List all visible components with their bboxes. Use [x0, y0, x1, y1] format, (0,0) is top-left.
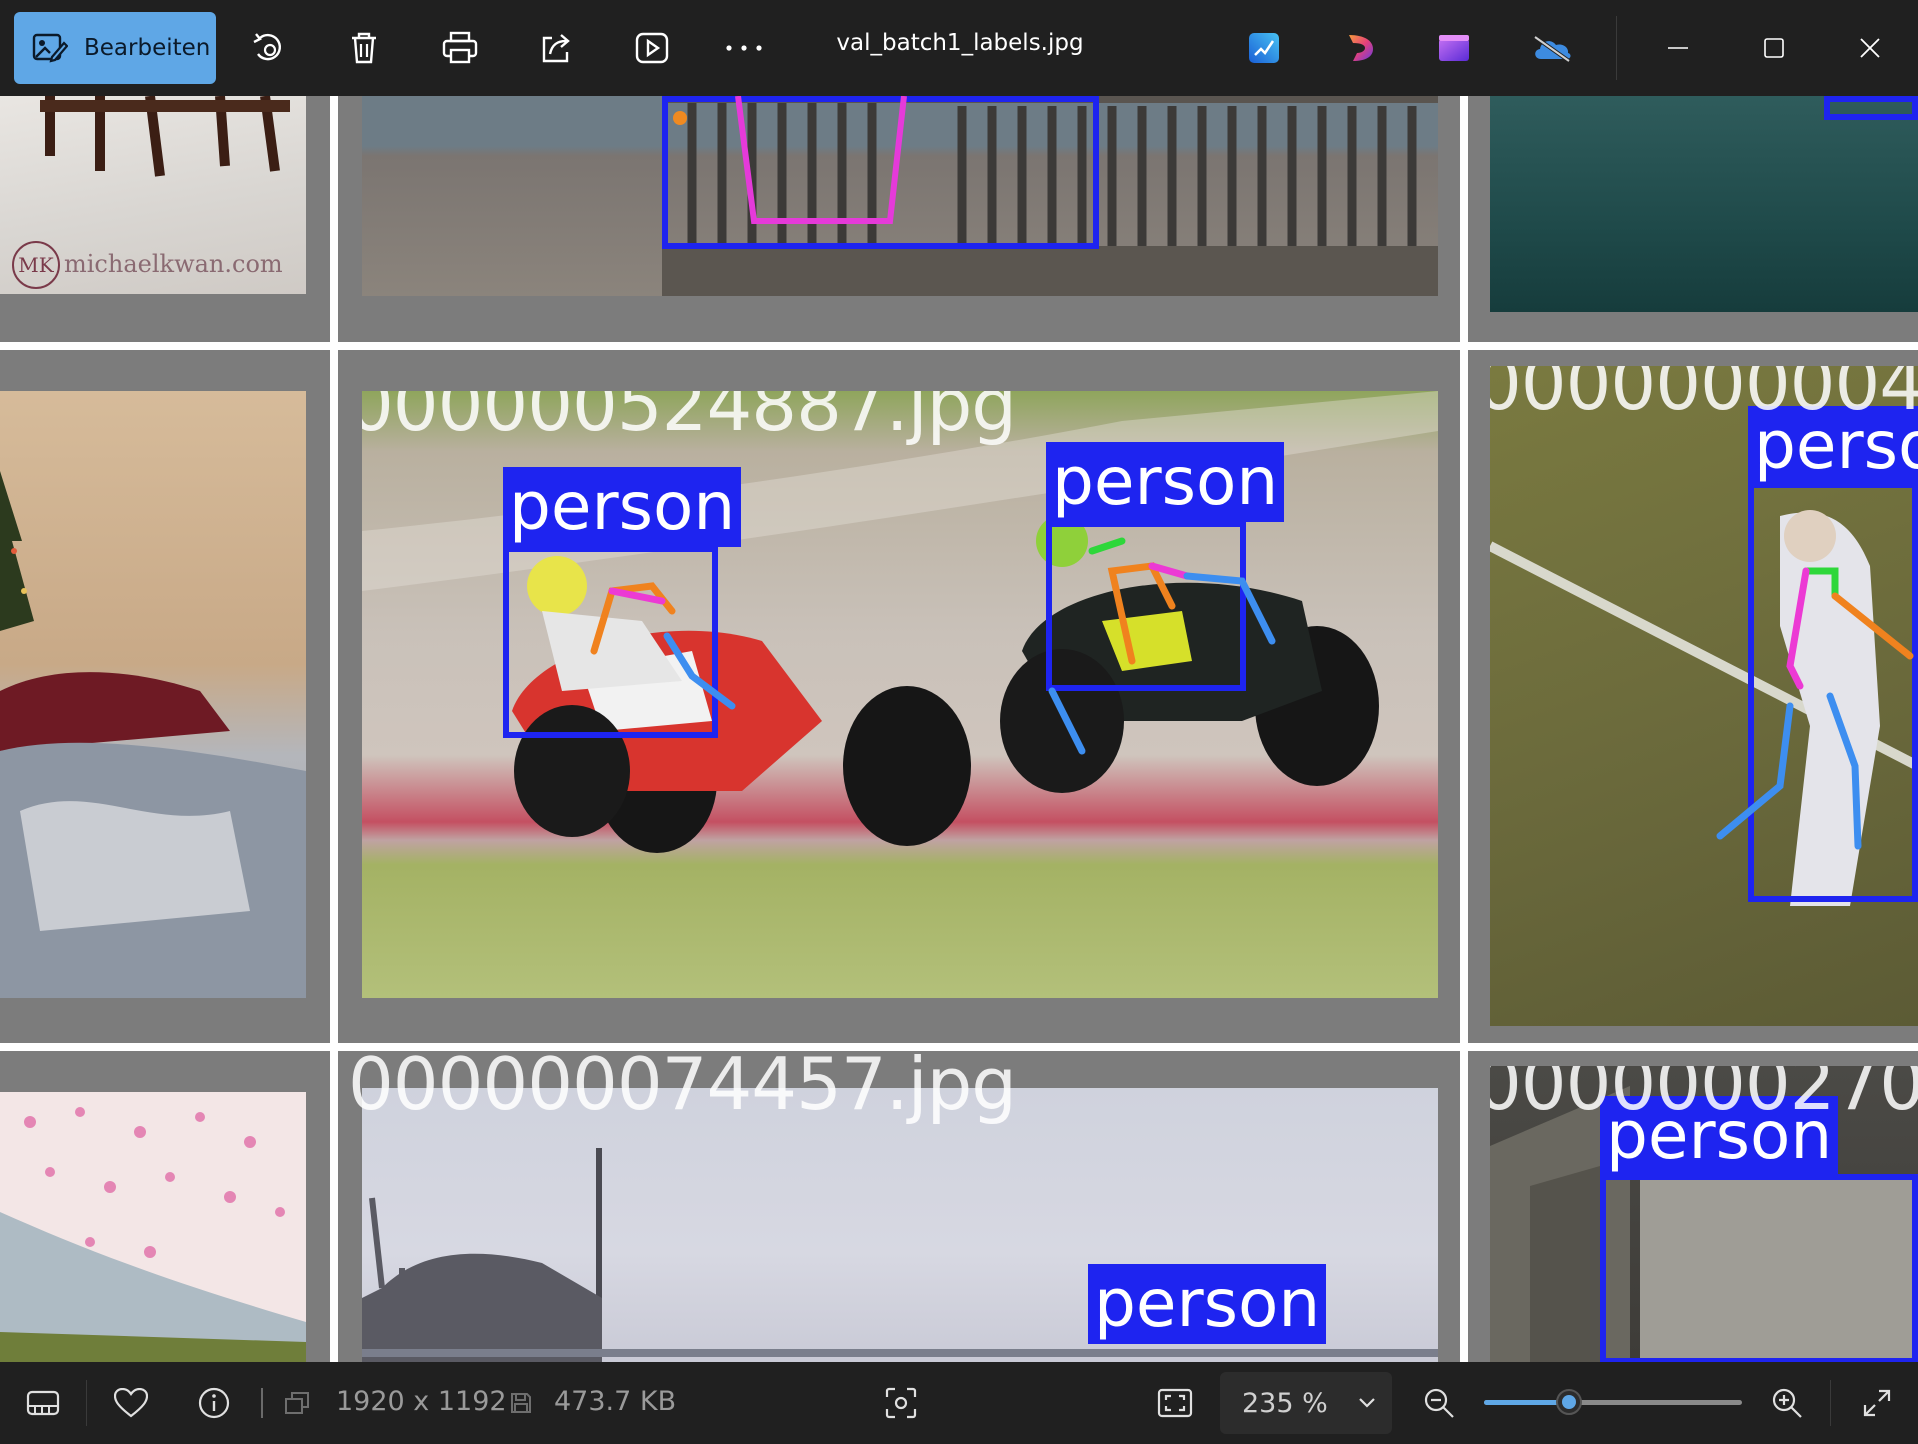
tile-top-left-photo: MK michaelkwan.com [0, 96, 306, 294]
tile-filename-middle-bottom: 000000074457.jpg [348, 1042, 1017, 1126]
zoom-slider[interactable] [1484, 1389, 1742, 1415]
pose-skeleton-pier [673, 96, 907, 224]
tile-filename-right-middle: 00000000043 [1490, 366, 1918, 426]
fit-to-window-icon[interactable] [1154, 1382, 1196, 1424]
status-bar: 1920 x 1192 473.7 KB 235 % [0, 1362, 1918, 1444]
share-icon[interactable] [532, 24, 580, 72]
umbrella-illustration [0, 1107, 306, 1362]
clipchamp-video-icon[interactable] [1430, 24, 1478, 72]
delete-icon[interactable] [340, 24, 388, 72]
slideshow-icon[interactable] [628, 24, 676, 72]
filmstrip-icon[interactable] [22, 1382, 64, 1424]
status-separator [86, 1380, 87, 1426]
tile-bottom-right-photo: person 000000027088 [1490, 1066, 1918, 1362]
info-icon[interactable] [193, 1382, 235, 1424]
window-title: val_batch1_labels.jpg [836, 30, 1084, 56]
full-screen-icon[interactable] [1856, 1382, 1898, 1424]
mosaic-divider [0, 1043, 1918, 1051]
edit-image-icon [32, 33, 68, 63]
mosaic-divider [0, 342, 1918, 350]
chevron-down-icon [1359, 1398, 1375, 1408]
status-separator [1830, 1380, 1831, 1426]
minimize-icon[interactable] [1654, 24, 1702, 72]
dimensions-icon [280, 1382, 314, 1424]
tile-filename-right-bottom: 000000027088 [1490, 1066, 1918, 1126]
print-icon[interactable] [436, 24, 484, 72]
title-bar: Bearbeiten val_batch1_labels.jpg [0, 0, 1918, 96]
edit-button-label: Bearbeiten [84, 35, 211, 61]
bedroom-illustration [0, 471, 306, 998]
pose-skeleton-tennis [1716, 567, 1914, 850]
watermark-text: michaelkwan.com [64, 250, 283, 278]
onedrive-icon[interactable] [1528, 24, 1576, 72]
zoom-level: 235 % [1242, 1387, 1328, 1419]
label-person-harbor: person [1088, 1264, 1327, 1344]
image-dimensions: 1920 x 1192 [336, 1386, 507, 1417]
detection-box-water [1824, 96, 1918, 120]
file-size: 473.7 KB [554, 1386, 677, 1417]
zoom-out-icon[interactable] [1418, 1382, 1460, 1424]
rotate-icon[interactable] [244, 24, 292, 72]
file-size-icon [504, 1382, 538, 1424]
mosaic-divider [330, 96, 338, 1362]
edit-button[interactable]: Bearbeiten [14, 12, 216, 84]
watermark-logo: MK [12, 241, 60, 289]
favorite-icon[interactable] [110, 1382, 152, 1424]
tile-filename: 000000524887.jpg [362, 391, 1017, 447]
zoom-dropdown[interactable]: 235 % [1220, 1372, 1392, 1434]
tile-bottom-left-photo [0, 1092, 306, 1362]
mosaic-divider [1460, 96, 1468, 1362]
tile-middle-right-photo: perso 00000000043 [1490, 366, 1918, 1026]
designer-icon[interactable] [1240, 24, 1288, 72]
clipchamp-icon[interactable] [1336, 24, 1384, 72]
detection-box-room [1600, 1174, 1918, 1362]
toolbar-separator [1616, 16, 1617, 80]
tile-top-middle-photo [362, 96, 1438, 296]
tile-middle-main-photo: person person 000000524887.jpg [362, 391, 1438, 998]
maximize-icon[interactable] [1750, 24, 1798, 72]
status-separator [261, 1388, 263, 1418]
tile-bottom-middle-photo: person [362, 1088, 1438, 1362]
tile-top-right-photo [1490, 96, 1918, 312]
tile-middle-left-photo [0, 391, 306, 998]
image-canvas[interactable]: MK michaelkwan.com person person 0000005… [0, 96, 1918, 1362]
zoom-slider-thumb[interactable] [1556, 1389, 1583, 1415]
pose-skeleton-riders [590, 537, 1276, 755]
close-icon[interactable] [1846, 24, 1894, 72]
visual-search-icon[interactable] [880, 1382, 922, 1424]
zoom-in-icon[interactable] [1766, 1382, 1808, 1424]
